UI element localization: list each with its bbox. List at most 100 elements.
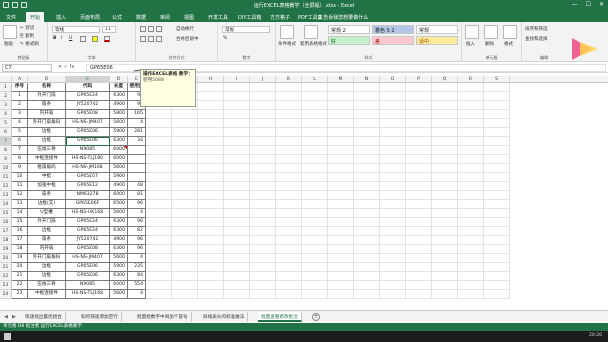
table-cell[interactable] xyxy=(128,155,146,164)
table-cell[interactable] xyxy=(406,110,432,119)
table-cell[interactable] xyxy=(146,281,172,290)
table-cell[interactable]: NM63278 xyxy=(66,191,110,200)
table-cell[interactable]: 5600 xyxy=(110,164,128,173)
table-header-cell[interactable]: 代码 xyxy=(66,83,110,92)
table-cell[interactable] xyxy=(172,209,198,218)
table-cell[interactable] xyxy=(458,281,484,290)
table-cell[interactable]: 外开门扇 xyxy=(28,92,66,101)
table-cell[interactable] xyxy=(198,83,224,92)
table-cell[interactable] xyxy=(406,191,432,200)
table-cell[interactable] xyxy=(380,110,406,119)
maximize-button[interactable]: ☐ xyxy=(586,1,591,8)
table-cell[interactable]: 边框 xyxy=(28,227,66,236)
table-cell[interactable] xyxy=(302,263,328,272)
tab-file[interactable]: 文件 xyxy=(2,12,20,22)
table-cell[interactable] xyxy=(276,182,302,191)
table-cell[interactable] xyxy=(432,173,458,182)
table-cell[interactable] xyxy=(250,218,276,227)
table-cell[interactable] xyxy=(406,182,432,191)
table-cell[interactable] xyxy=(432,290,458,299)
table-cell[interactable] xyxy=(276,254,302,263)
table-cell[interactable] xyxy=(354,92,380,101)
table-cell[interactable]: HS-NS-TLJ180 xyxy=(66,155,110,164)
table-cell[interactable] xyxy=(380,164,406,173)
table-cell[interactable] xyxy=(328,173,354,182)
font-name-select[interactable]: 等线 xyxy=(52,26,100,33)
table-cell[interactable] xyxy=(198,254,224,263)
table-cell[interactable] xyxy=(172,254,198,263)
table-cell[interactable] xyxy=(432,155,458,164)
row-header[interactable]: 21 xyxy=(0,263,12,272)
borders-icon[interactable] xyxy=(80,36,86,42)
table-cell[interactable] xyxy=(328,182,354,191)
table-cell[interactable]: N9085 xyxy=(66,281,110,290)
table-cell[interactable] xyxy=(198,182,224,191)
table-cell[interactable] xyxy=(380,155,406,164)
table-cell[interactable]: 外开门扇角码 xyxy=(28,119,66,128)
next-sheet-icon[interactable]: ▶ xyxy=(12,314,16,320)
table-cell[interactable] xyxy=(250,272,276,281)
table-cell[interactable] xyxy=(250,110,276,119)
table-cell[interactable] xyxy=(328,218,354,227)
table-cell[interactable] xyxy=(198,191,224,200)
table-cell[interactable]: GP65E06 xyxy=(66,263,110,272)
table-cell[interactable]: 6300 xyxy=(110,218,128,227)
table-cell[interactable] xyxy=(224,263,250,272)
table-cell[interactable] xyxy=(276,128,302,137)
sheet-tab[interactable]: 如何快速添加空行 xyxy=(78,312,122,322)
table-cell[interactable] xyxy=(458,173,484,182)
table-cell[interactable] xyxy=(302,200,328,209)
table-cell[interactable] xyxy=(276,218,302,227)
row-header[interactable]: 23 xyxy=(0,281,12,290)
table-cell[interactable]: 5600 xyxy=(110,119,128,128)
table-cell[interactable]: 165 xyxy=(128,110,146,119)
table-cell[interactable] xyxy=(172,200,198,209)
table-cell[interactable]: 6300 xyxy=(110,272,128,281)
style-neutral[interactable]: 适中 xyxy=(416,36,458,45)
table-cell[interactable] xyxy=(484,218,510,227)
table-cell[interactable]: GP65E08 xyxy=(66,245,110,254)
column-header[interactable]: A xyxy=(12,76,28,83)
table-cell[interactable] xyxy=(458,290,484,299)
table-cell[interactable] xyxy=(250,200,276,209)
table-cell[interactable] xyxy=(328,137,354,146)
column-header[interactable]: B xyxy=(28,76,66,83)
column-header[interactable]: P xyxy=(406,76,432,83)
table-cell[interactable] xyxy=(380,290,406,299)
style-accent5[interactable]: 着色 5 2 xyxy=(372,25,414,34)
table-cell[interactable] xyxy=(250,281,276,290)
find-select-button[interactable]: 查找和选择 xyxy=(525,36,548,42)
table-cell[interactable] xyxy=(302,227,328,236)
table-cell[interactable] xyxy=(406,290,432,299)
table-cell[interactable]: U型槽 xyxy=(28,209,66,218)
table-cell[interactable]: JY520742 xyxy=(66,101,110,110)
table-cell[interactable]: 边框 xyxy=(28,137,66,146)
row-header[interactable]: 10 xyxy=(0,164,12,173)
table-cell[interactable] xyxy=(484,155,510,164)
table-cell[interactable]: 扇条 xyxy=(28,191,66,200)
row-header[interactable]: 18 xyxy=(0,236,12,245)
table-cell[interactable] xyxy=(276,209,302,218)
table-cell[interactable] xyxy=(380,182,406,191)
align-left-icon[interactable] xyxy=(140,36,146,42)
merge-center-button[interactable]: 合并后居中 xyxy=(176,36,199,42)
table-cell[interactable] xyxy=(224,209,250,218)
table-cell[interactable] xyxy=(354,137,380,146)
table-cell[interactable] xyxy=(354,218,380,227)
table-cell[interactable] xyxy=(354,227,380,236)
row-header[interactable]: 6 xyxy=(0,128,12,137)
table-cell[interactable]: 96 xyxy=(128,218,146,227)
table-cell[interactable] xyxy=(146,272,172,281)
table-cell[interactable] xyxy=(354,272,380,281)
table-cell[interactable] xyxy=(172,119,198,128)
table-cell[interactable]: GP65E24 xyxy=(66,92,110,101)
column-header[interactable]: I xyxy=(224,76,250,83)
table-cell[interactable] xyxy=(354,290,380,299)
table-cell[interactable] xyxy=(406,272,432,281)
row-header[interactable]: 14 xyxy=(0,200,12,209)
column-header[interactable]: L xyxy=(302,76,328,83)
bold-button[interactable]: B xyxy=(53,36,56,41)
sheet-tab[interactable]: 批量给数字中间加个冒号 xyxy=(134,312,192,322)
table-cell[interactable] xyxy=(198,110,224,119)
table-cell[interactable] xyxy=(484,173,510,182)
